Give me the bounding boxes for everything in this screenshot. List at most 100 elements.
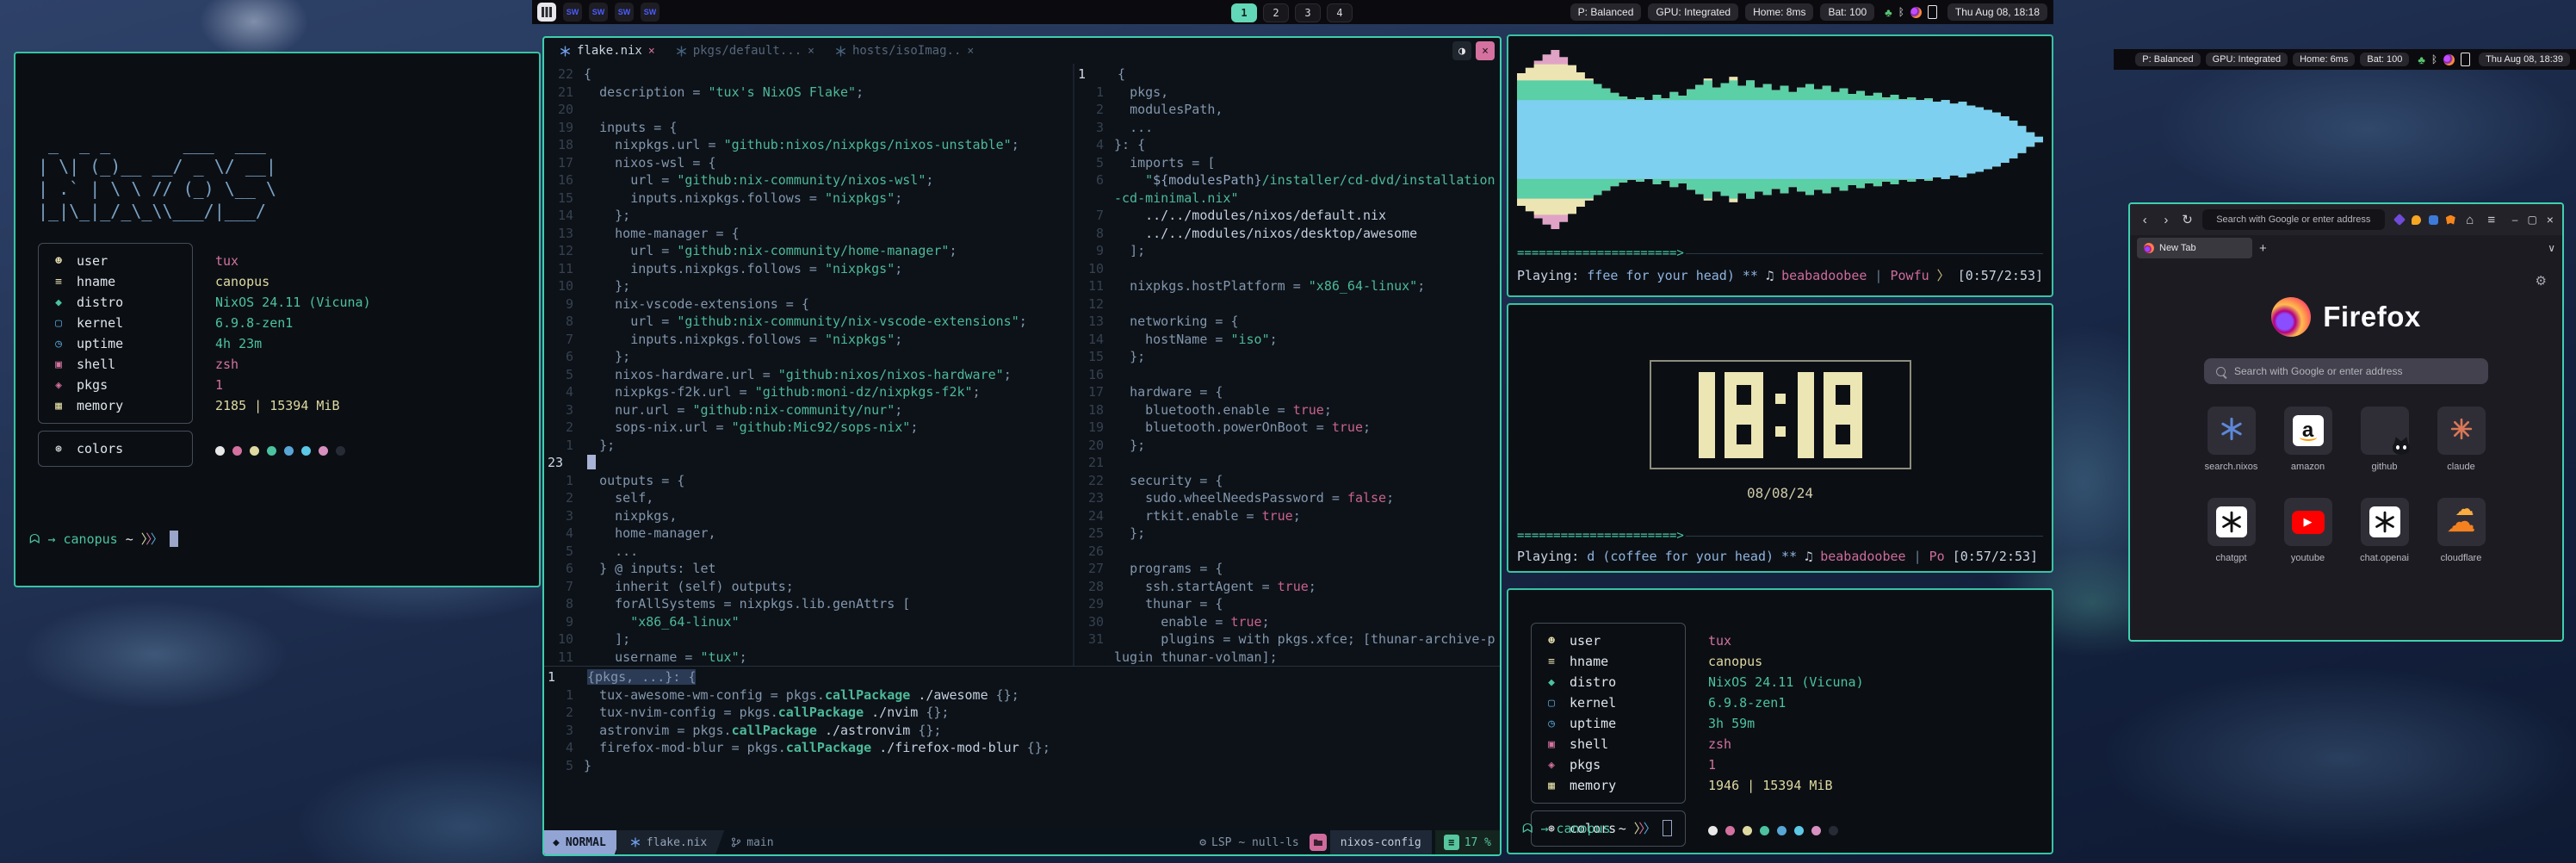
uptime-icon: ◷ [51, 338, 66, 351]
plant-tray-icon[interactable]: ♣ [1885, 7, 1892, 18]
reload-button[interactable]: ↻ [2181, 212, 2194, 227]
close-tab-icon[interactable]: × [648, 45, 655, 58]
editor-pane-iso[interactable]: 1{1 pkgs,2 modulesPath,3 ...4}: {5 impor… [1074, 64, 1500, 666]
code-line: 24 rtkit.enable = true; [1074, 507, 1500, 525]
launcher-icon[interactable] [537, 3, 556, 22]
workspace-button-2[interactable]: 2 [1263, 3, 1289, 22]
app-window-icon[interactable]: SW [641, 3, 659, 22]
search-input[interactable]: Search with Google or enter address [2204, 358, 2488, 384]
packages-icon: ◈ [1544, 759, 1559, 772]
app-window-icon[interactable]: SW [615, 3, 634, 22]
top-bar-secondary: P: BalancedGPU: IntegratedHome: 6msBat: … [2114, 49, 2576, 70]
mode-segment: ◆NORMAL [544, 830, 623, 854]
git-branch: main [731, 836, 773, 849]
editor-pane-flake[interactable]: 22{21 description = "tux's NixOS Flake";… [544, 64, 1074, 666]
statusline: ◆NORMAL flake.nix main ⚙LSP ~ null-ls ni… [544, 830, 1500, 854]
maximize-button[interactable]: ▢ [2527, 214, 2536, 226]
close-tab-icon[interactable]: × [808, 45, 814, 58]
code-line: 21 description = "tux's NixOS Flake"; [544, 84, 1073, 102]
clock-window[interactable]: 08/08/24 ======================> Playing… [1507, 303, 2053, 573]
shortcut-chatgpt[interactable]: chatgpt [2208, 498, 2256, 563]
nix-file-icon [560, 46, 571, 57]
shortcut-grid: search.nixos aamazon github claude chatgpt ▶y… [2208, 407, 2486, 563]
code-line: 7 inputs.nixpkgs.follows = "nixpkgs"; [544, 331, 1073, 349]
list-tabs-chevron-icon[interactable]: ∨ [2548, 242, 2555, 254]
shortcut-cloudflare[interactable]: ☁☁cloudflare [2437, 498, 2486, 563]
close-buffer-button[interactable]: × [1476, 41, 1495, 60]
personalize-gear-icon[interactable]: ⚙ [2536, 273, 2547, 289]
tab-new-tab[interactable]: New Tab [2137, 238, 2252, 258]
code-line: 9 "x86_64-linux" [544, 613, 1073, 631]
tab-hosts-isoImag-[interactable]: hosts/isoImag..× [825, 38, 984, 64]
tab-flake-nix[interactable]: flake.nix× [549, 38, 666, 64]
metamask-icon[interactable] [2446, 215, 2455, 225]
nix-file-icon [676, 46, 687, 57]
firefox-window[interactable]: ‹ › ↻ Search with Google or enter addres… [2128, 202, 2564, 642]
app-window-icon[interactable]: SW [563, 3, 582, 22]
code-line: 3 nixpkgs, [544, 507, 1073, 525]
theme-toggle-button[interactable]: ◑ [1452, 41, 1471, 60]
shortcut-github[interactable]: github [2361, 407, 2409, 472]
plant-tray-icon[interactable]: ♣ [2418, 54, 2425, 65]
code-line: 22 security = { [1074, 472, 1500, 490]
code-line: 20 }; [1074, 437, 1500, 455]
digital-clock [1650, 360, 1911, 469]
terminal-window[interactable]: _ _ _ ___ ___ | \| (_)__ __/ _ \/ __| | … [14, 52, 541, 587]
fetch-value-uptime: 3h 59m [1708, 713, 1864, 734]
workspace-button-3[interactable]: 3 [1295, 3, 1321, 22]
app-window-icon[interactable]: SW [589, 3, 608, 22]
phone-icon[interactable] [1928, 5, 1937, 19]
extension-orange-icon[interactable] [2412, 215, 2421, 225]
editor-pane-pkgs[interactable]: 1{pkgs, ...}: {1 tux-awesome-wm-config =… [544, 667, 1500, 830]
shortcut-claude[interactable]: claude [2437, 407, 2486, 472]
minimize-button[interactable]: – [2512, 214, 2518, 226]
forward-button[interactable]: › [2160, 213, 2173, 227]
distro-icon: ◆ [1544, 676, 1559, 689]
url-bar[interactable]: Search with Google or enter address [2202, 209, 2385, 230]
visualizer-window[interactable]: ======================> Playing: ffee fo… [1507, 34, 2053, 297]
tab-pkgs-default-[interactable]: pkgs/default...× [666, 38, 825, 64]
track-progress: ======================> [1517, 246, 2043, 260]
code-line: 4}: { [1074, 136, 1500, 154]
close-button[interactable]: × [2547, 213, 2554, 227]
code-line: 17 nixos-wsl = { [544, 154, 1073, 172]
shortcut-search-nixos[interactable]: search.nixos [2208, 407, 2256, 472]
fetch-value-pkgs: 1 [1708, 754, 1864, 775]
workspace-button-4[interactable]: 4 [1327, 3, 1353, 22]
back-button[interactable]: ‹ [2139, 213, 2152, 227]
code-line: 5 ... [544, 543, 1073, 561]
home-icon[interactable]: ⌂ [2463, 213, 2477, 227]
phone-icon[interactable] [2461, 53, 2470, 66]
scroll-percent: ≡17 % [1435, 830, 1500, 854]
track-progress: ======================> [1517, 529, 2043, 543]
extension-diamond-icon[interactable] [2393, 214, 2406, 226]
clock-badge: Thu Aug 08, 18:18 [1947, 3, 2047, 21]
code-line: 2 sops-nix.url = "github:Mic92/sops-nix"… [544, 419, 1073, 437]
code-line: 1 }; [544, 437, 1073, 455]
code-line: 29 thunar = { [1074, 595, 1500, 613]
shortcut-chat-openai[interactable]: chat.openai [2361, 498, 2409, 563]
bluetooth-icon[interactable]: ᛒ [2431, 54, 2437, 65]
fetch-value-user: tux [1708, 630, 1864, 651]
user-icon: ☻ [1544, 635, 1559, 648]
firefox-tray-icon[interactable] [1910, 7, 1922, 18]
new-tab-button[interactable]: + [2259, 241, 2267, 256]
shortcut-youtube[interactable]: ▶youtube [2284, 498, 2332, 563]
now-playing: Playing: d (coffee for your head) ** ♫ b… [1517, 549, 2043, 564]
workspace-button-1[interactable]: 1 [1231, 3, 1257, 22]
bluetooth-icon[interactable]: ᛒ [1898, 7, 1904, 17]
editor-window[interactable]: flake.nix×pkgs/default...×hosts/isoImag.… [542, 36, 1502, 856]
code-line: 7 inherit (self) outputs; [544, 578, 1073, 596]
file-segment: flake.nix [616, 830, 724, 854]
code-line: 9 ]; [1074, 242, 1500, 260]
firefox-tray-icon[interactable] [2443, 54, 2455, 65]
code-line: 8 ../../modules/nixos/desktop/awesome [1074, 225, 1500, 243]
openai-icon [2216, 506, 2247, 537]
close-tab-icon[interactable]: × [967, 45, 974, 58]
menu-icon[interactable]: ≡ [2485, 213, 2499, 227]
extension-shield-icon[interactable] [2429, 215, 2438, 225]
shortcut-amazon[interactable]: aamazon [2284, 407, 2332, 472]
firefox-logo-icon [2271, 297, 2311, 337]
code-line: 26 [1074, 543, 1500, 561]
fetch-terminal-window[interactable]: ☻user≡hname◆distro▢kernel◷uptime▣shell◈p… [1507, 588, 2053, 854]
